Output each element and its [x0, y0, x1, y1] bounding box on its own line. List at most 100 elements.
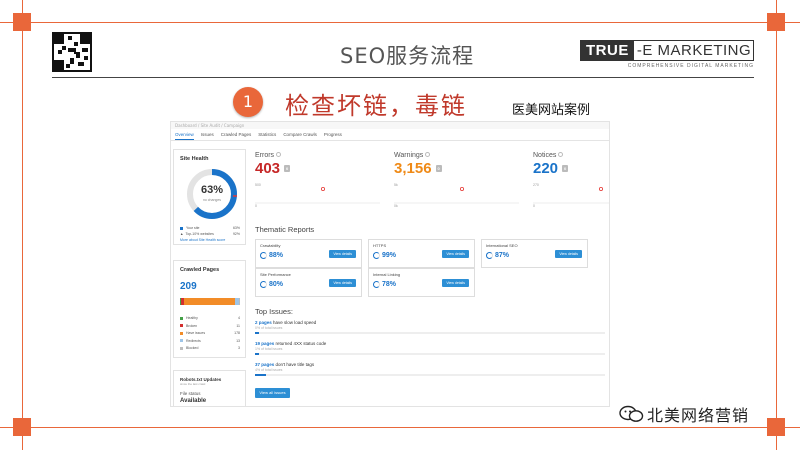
tab-statistics[interactable]: Statistics	[258, 129, 276, 140]
view-details-button[interactable]: View details	[555, 250, 582, 258]
watermark-text: 北美网络营销	[647, 406, 750, 425]
metric-change-badge: 0	[435, 165, 442, 172]
issue-description: have slow load speed	[273, 320, 317, 325]
site-health-link[interactable]: More about Site Health score	[180, 238, 225, 242]
sparkline-axis-top: 270	[533, 183, 539, 187]
view-details-button[interactable]: View details	[442, 250, 469, 258]
issue-progress-bar	[255, 374, 605, 376]
frame-corner-top-left	[13, 13, 31, 31]
metric-sparkline: 270 0	[533, 183, 609, 208]
brand-logo: TRUE -E MARKETING COMPREHENSIVE DIGITAL …	[580, 40, 754, 69]
thematic-card-international-seo: International SEO 87% View details	[481, 239, 588, 268]
metric-value: 3,156 0	[394, 160, 524, 177]
view-details-button[interactable]: View details	[329, 250, 356, 258]
thematic-card-percent: 87%	[495, 252, 510, 259]
tab-crawled-pages[interactable]: Crawled Pages	[221, 129, 252, 140]
metric-sparkline: 5k 0k	[394, 183, 519, 208]
issue-row[interactable]: 2 pages have slow load speed 0% of total …	[255, 320, 605, 334]
issue-row[interactable]: 37 pages don't have title tags 4% of tota…	[255, 362, 605, 376]
site-health-gauge: 63% no changes	[184, 166, 240, 222]
metric-value-text: 220	[533, 160, 559, 177]
legend-top-sites: ▲ Top-10% websites 92%	[180, 232, 240, 236]
score-ring-icon	[373, 252, 380, 259]
crawl-row-value: 4	[238, 316, 240, 320]
sparkline-axis-top: 500	[255, 183, 261, 187]
tab-overview[interactable]: Overview	[175, 129, 194, 140]
wechat-icon	[619, 405, 644, 423]
breadcrumb: Dashboard / Site Audit / Campaign	[171, 122, 609, 129]
thematic-card-name: Site Performance	[260, 272, 291, 277]
issue-progress-bar	[255, 332, 605, 334]
legend-value: 92%	[232, 232, 240, 236]
legend-swatch	[180, 331, 183, 335]
tab-issues[interactable]: Issues	[201, 129, 214, 140]
issue-row[interactable]: 19 pages returned 4XX status code 1% of t…	[255, 341, 605, 355]
issue-count-link[interactable]: 19 pages	[255, 341, 274, 346]
issue-count-link[interactable]: 2 pages	[255, 320, 272, 325]
thematic-card-site-performance: Site Performance 80% View details	[255, 268, 362, 297]
step-title: 检查坏链，毒链	[285, 92, 467, 120]
metric-change-badge: 0	[562, 165, 569, 172]
issue-progress-fill	[255, 353, 259, 355]
sparkline-axis-bottom: 0	[255, 204, 257, 208]
legend-label: Top-10% websites	[185, 232, 214, 236]
crawl-row-broken[interactable]: Broken 11	[180, 324, 240, 328]
sparkline-point	[460, 187, 465, 192]
info-icon	[276, 152, 282, 157]
site-health-change: no changes	[202, 198, 222, 202]
crawled-pages-count[interactable]: 209	[180, 281, 197, 292]
tab-bar: Overview Issues Crawled Pages Statistics Com…	[171, 129, 609, 141]
frame-right-line	[776, 0, 777, 450]
site-health-label: Site Health	[180, 156, 209, 162]
crawl-row-label: Broken	[186, 323, 198, 328]
crawl-row-have-issues[interactable]: Have issues 178	[180, 331, 240, 335]
crawl-row-blocked[interactable]: Blocked 3	[180, 346, 240, 350]
thematic-card-score: 78%	[373, 281, 396, 288]
crawl-row-healthy[interactable]: Healthy 4	[180, 316, 240, 320]
title-divider	[52, 77, 754, 78]
crawl-row-value: 11	[236, 323, 240, 328]
issue-text: 37 pages don't have title tags	[255, 362, 605, 367]
crawl-row-label: Blocked	[186, 346, 199, 350]
legend-label: Your site	[186, 226, 200, 230]
view-all-issues-button[interactable]: View all issues	[255, 388, 290, 398]
issue-text: 2 pages have slow load speed	[255, 320, 605, 325]
frame-corner-top-right	[767, 13, 785, 31]
thematic-card-name: Crawlability	[260, 243, 281, 248]
top-issues-title: Top Issues:	[255, 307, 293, 316]
metric-value-text: 3,156	[394, 160, 432, 177]
metric-value: 220 0	[533, 160, 609, 177]
tab-compare-crawls[interactable]: Compare Crawls	[283, 129, 317, 140]
crawl-row-redirects[interactable]: Redirects 13	[180, 339, 240, 343]
view-details-button[interactable]: View details	[329, 279, 356, 287]
case-label: 医美网站案例	[512, 103, 591, 118]
tab-progress[interactable]: Progress	[324, 129, 342, 140]
slide-title: SEO服务流程	[340, 44, 475, 68]
crawl-row-label: Redirects	[186, 338, 201, 343]
metric-errors[interactable]: Errors 403 0 500 0	[255, 152, 385, 212]
legend-swatch	[180, 226, 183, 230]
robots-panel: Robots.txt Updates since the last crawl …	[173, 370, 246, 406]
metric-warnings[interactable]: Warnings 3,156 0 5k 0k	[394, 152, 524, 212]
metric-value-text: 403	[255, 160, 281, 177]
sparkline-axis-bottom: 0	[533, 204, 535, 208]
crawl-row-label: Have issues	[186, 331, 206, 335]
sparkline-point	[321, 187, 326, 192]
issue-count-link[interactable]: 37 pages	[255, 362, 274, 367]
brand-name-part2: -E MARKETING	[636, 42, 752, 59]
issue-share: 1% of total issues	[255, 347, 283, 351]
wechat-watermark: 北美网络营销	[619, 402, 749, 426]
info-icon	[558, 152, 564, 157]
thematic-card-percent: 99%	[382, 252, 397, 259]
crawled-pages-panel: Crawled Pages 209 Healthy 4 Broken 11 Have i…	[173, 260, 246, 358]
metric-change-badge: 0	[284, 165, 291, 172]
metric-value: 403 0	[255, 160, 385, 177]
thematic-card-score: 88%	[260, 252, 283, 259]
legend-swatch	[180, 346, 183, 350]
score-ring-icon	[486, 252, 493, 259]
issue-progress-bar	[255, 353, 605, 355]
metric-notices[interactable]: Notices 220 0 270 0	[533, 152, 609, 212]
thematic-card-https: HTTPS 99% View details	[368, 239, 475, 268]
legend-swatch	[180, 324, 183, 328]
view-details-button[interactable]: View details	[442, 279, 469, 287]
